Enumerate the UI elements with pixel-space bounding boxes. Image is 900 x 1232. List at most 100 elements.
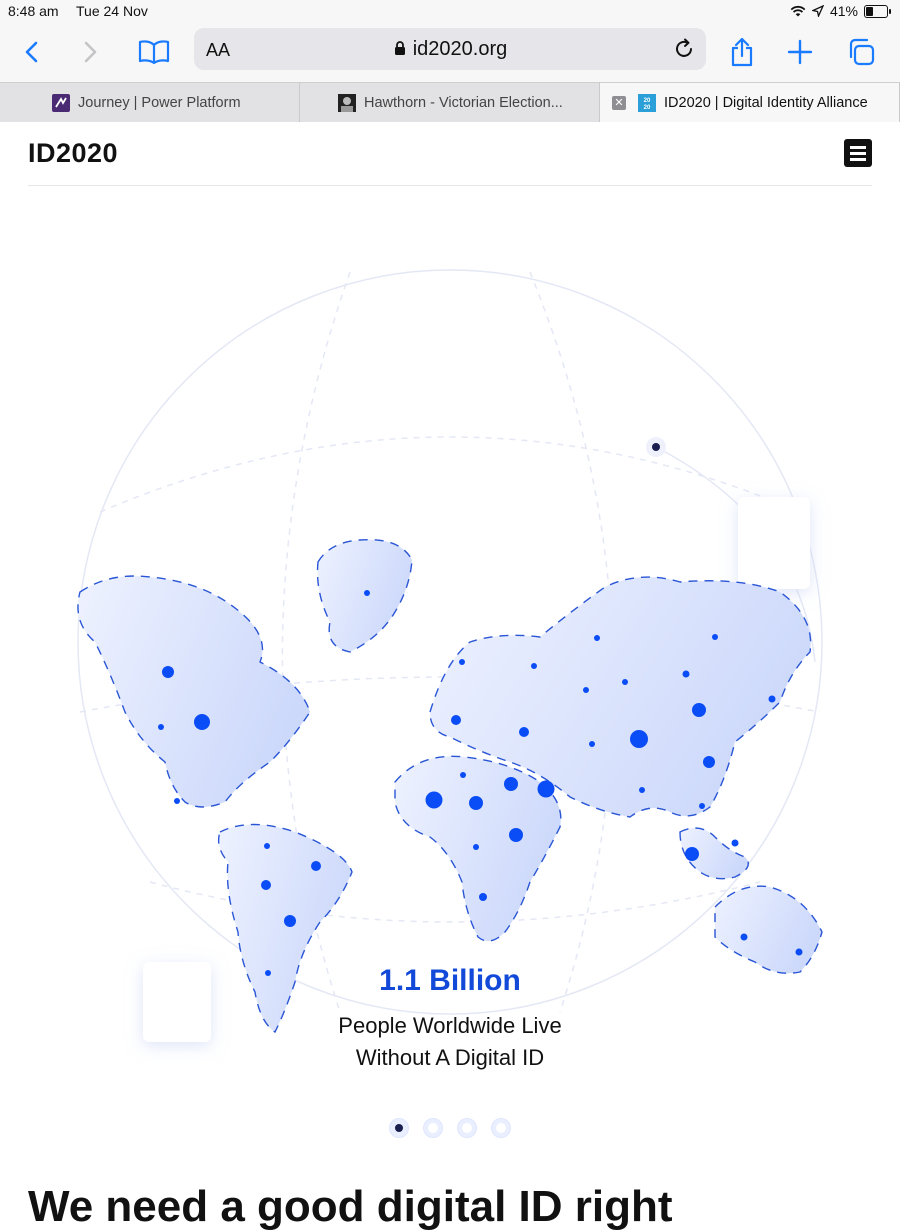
back-button[interactable] — [14, 34, 50, 70]
population-dot — [459, 659, 465, 665]
population-dot — [731, 839, 739, 847]
status-indicators: 41% — [790, 3, 891, 19]
stat-line-2: Without A Digital ID — [355, 1045, 545, 1070]
share-button[interactable] — [724, 34, 760, 70]
population-dot — [682, 670, 690, 678]
population-dot — [594, 635, 600, 641]
population-dot — [162, 666, 174, 678]
population-dot — [284, 915, 296, 927]
population-dot — [531, 663, 537, 669]
browser-toolbar: AA id2020.org — [0, 22, 900, 82]
population-dot — [451, 715, 461, 725]
population-dot — [795, 948, 803, 956]
population-dot — [194, 714, 210, 730]
carousel-pagination — [0, 1118, 900, 1138]
carousel-dot-2[interactable] — [423, 1118, 443, 1138]
population-dot — [425, 791, 443, 809]
back-icon — [25, 41, 38, 63]
site-logo[interactable]: ID2020 — [28, 138, 118, 169]
tabs-icon — [849, 38, 875, 66]
population-dot — [460, 772, 466, 778]
forward-icon — [84, 41, 97, 63]
id2020-favicon-icon: 2020 — [638, 94, 656, 112]
population-dot — [589, 741, 595, 747]
stat-block: 1.1 Billion People Worldwide Live Withou… — [0, 964, 900, 1074]
floating-card-right — [738, 497, 810, 589]
population-dot — [583, 687, 589, 693]
population-dot — [264, 843, 270, 849]
svg-text:20: 20 — [644, 105, 651, 111]
population-dot — [519, 727, 529, 737]
stat-value: 1.1 Billion — [379, 964, 521, 997]
bookmarks-icon — [138, 40, 170, 65]
bookmarks-button[interactable] — [136, 34, 172, 70]
population-dot — [740, 933, 748, 941]
battery-icon — [864, 4, 891, 18]
status-time: 8:48 am — [8, 3, 59, 19]
carousel-dot-4[interactable] — [491, 1118, 511, 1138]
population-dot — [364, 590, 370, 596]
population-dot — [473, 844, 479, 850]
new-tab-icon — [787, 39, 813, 65]
population-dot — [311, 861, 321, 871]
lock-icon — [394, 41, 405, 55]
address-bar[interactable]: AA id2020.org — [194, 28, 706, 70]
population-dot — [509, 828, 523, 842]
section-heading: We need a good digital ID right — [28, 1182, 673, 1231]
population-dot — [174, 798, 180, 804]
tab-id2020[interactable]: ✕ 20 20 ID2020 | Digital Identity Allianc… — [600, 83, 900, 123]
population-dot — [692, 703, 706, 717]
share-icon — [731, 37, 753, 67]
url-text: id2020.org — [412, 38, 508, 60]
population-dot — [703, 756, 715, 768]
new-tab-button[interactable] — [782, 34, 818, 70]
orbit-marker-top — [646, 437, 666, 457]
tabs-overview-button[interactable] — [843, 34, 879, 70]
status-bar: 8:48 am Tue 24 Nov 41% — [0, 0, 900, 22]
tab-title: Journey | Power Platform — [78, 95, 241, 111]
power-platform-favicon-icon — [52, 94, 70, 112]
greenland — [316, 538, 413, 653]
tab-hawthorn[interactable]: Hawthorn - Victorian Election... — [300, 83, 600, 123]
location-icon — [811, 5, 824, 17]
population-dot — [622, 679, 628, 685]
election-favicon-icon — [338, 94, 356, 112]
population-dot — [630, 730, 648, 748]
population-dot — [158, 724, 164, 730]
svg-text:20: 20 — [644, 98, 651, 104]
population-dot — [537, 780, 555, 798]
carousel-dot-3[interactable] — [457, 1118, 477, 1138]
tab-title: ID2020 | Digital Identity Alliance — [664, 95, 868, 111]
forward-button[interactable] — [72, 34, 108, 70]
status-date: Tue 24 Nov — [76, 3, 148, 19]
population-dot — [479, 893, 487, 901]
tab-journey[interactable]: Journey | Power Platform — [0, 83, 300, 123]
header-divider — [28, 185, 872, 186]
population-dot — [469, 796, 483, 810]
population-dot — [639, 787, 645, 793]
stat-line-1: People Worldwide Live — [338, 1013, 562, 1038]
tab-title: Hawthorn - Victorian Election... — [364, 95, 563, 111]
population-dot — [712, 634, 718, 640]
north-america — [77, 575, 311, 808]
close-tab-icon[interactable]: ✕ — [612, 96, 626, 110]
battery-percent: 41% — [829, 3, 858, 19]
stat-description: People Worldwide Live Without A Digital … — [0, 1010, 900, 1074]
population-dot — [261, 880, 271, 890]
continents — [77, 538, 823, 1034]
menu-icon — [850, 146, 866, 149]
population-dot — [768, 695, 776, 703]
reload-icon[interactable] — [672, 37, 696, 61]
carousel-dot-1[interactable] — [389, 1118, 409, 1138]
url-display[interactable]: id2020.org — [194, 38, 706, 61]
menu-button[interactable] — [844, 139, 872, 167]
population-dot — [685, 847, 699, 861]
battery-fill — [866, 6, 873, 16]
world-map-illustration — [77, 269, 823, 1042]
wifi-icon — [790, 5, 806, 17]
tab-strip: Journey | Power Platform Hawthorn - Vict… — [0, 82, 900, 124]
population-dot — [504, 777, 518, 791]
web-page: ID2020 1.1 Billion People Worldwide Live… — [0, 122, 900, 1231]
australia — [714, 885, 823, 974]
population-dot — [699, 803, 705, 809]
